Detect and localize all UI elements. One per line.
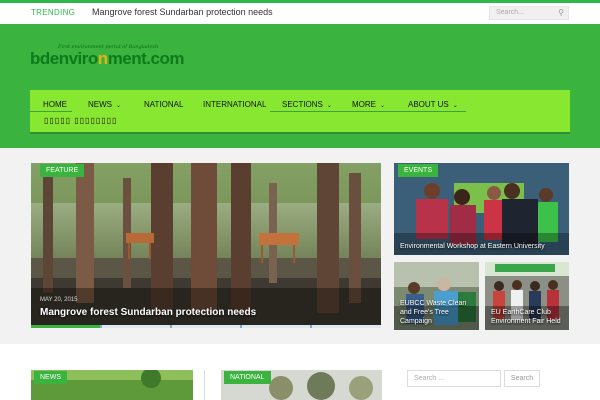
chevron-down-icon: ⌄ bbox=[452, 103, 458, 109]
chevron-down-icon: ⌄ bbox=[326, 103, 332, 109]
news-card[interactable]: EUBCC Waste Clean and Free's Tree Campai… bbox=[394, 262, 479, 330]
search-icon[interactable]: ⚲ bbox=[558, 8, 564, 17]
slider-dot[interactable] bbox=[172, 325, 240, 328]
news-block-tag[interactable]: NEWS bbox=[34, 371, 67, 384]
feature-title-link[interactable]: Mangrove forest Sundarban protection nee… bbox=[40, 307, 256, 318]
news-block-card[interactable]: NEWS bbox=[31, 370, 193, 400]
feature-image bbox=[31, 163, 381, 328]
feature-tag[interactable]: FEATURE bbox=[40, 164, 85, 177]
slider-dot[interactable] bbox=[312, 325, 381, 328]
trending-label: TRENDING bbox=[31, 8, 76, 17]
top-search-input[interactable]: Search... ⚲ bbox=[489, 6, 569, 20]
feature-slider[interactable]: FEATURE MAY 20, 2015 Mangrove forest Sun… bbox=[31, 163, 381, 328]
featured-section: FEATURE MAY 20, 2015 Mangrove forest Sun… bbox=[0, 148, 600, 344]
nav-hover-underline bbox=[270, 111, 466, 112]
site-header: First environment portal of Bangladesh b… bbox=[0, 24, 600, 148]
nav-news[interactable]: NEWS ⌄ bbox=[88, 98, 121, 112]
news-card[interactable]: EU EarthCare Club Environment Fair Held bbox=[485, 262, 569, 330]
event-card[interactable]: EVENTS Environmental Workshop at Eastern… bbox=[394, 163, 569, 255]
trending-headline-link[interactable]: Mangrove forest Sundarban protection nee… bbox=[92, 7, 273, 17]
main-nav: HOME NEWS ⌄ NATIONAL INTERNATIONAL SECTIO… bbox=[30, 90, 570, 134]
nav-second-row-item[interactable]: ▯▯▯▯▯ ▯▯▯▯▯▯▯▯ bbox=[44, 116, 117, 125]
top-search-placeholder: Search... bbox=[496, 9, 525, 16]
card-caption-link[interactable]: EUBCC Waste Clean and Free's Tree Campai… bbox=[400, 299, 473, 326]
sidebar-search-button[interactable]: Search bbox=[504, 370, 540, 387]
chevron-down-icon: ⌄ bbox=[116, 103, 122, 109]
card-caption-link[interactable]: EU EarthCare Club Environment Fair Held bbox=[491, 308, 563, 326]
slider-dot[interactable] bbox=[31, 325, 100, 328]
card-caption-link[interactable]: Environmental Workshop at Eastern Univer… bbox=[400, 242, 563, 251]
slider-dot[interactable] bbox=[242, 325, 310, 328]
nav-about-us[interactable]: ABOUT US ⌄ bbox=[408, 98, 458, 112]
feature-date: MAY 20, 2015 bbox=[40, 297, 78, 303]
slider-dot[interactable] bbox=[102, 325, 170, 328]
logo-wordmark: bdenvironment.com bbox=[30, 49, 184, 68]
nav-sections[interactable]: SECTIONS ⌄ bbox=[282, 98, 332, 112]
slider-pagination bbox=[31, 325, 381, 328]
nav-active-underline bbox=[30, 111, 72, 112]
national-block-tag[interactable]: NATIONAL bbox=[224, 371, 271, 384]
top-bar: TRENDING Mangrove forest Sundarban prote… bbox=[0, 0, 600, 24]
nav-national[interactable]: NATIONAL bbox=[144, 98, 183, 112]
lower-section: NEWS NATIONAL Search ... Search bbox=[0, 344, 600, 400]
column-divider bbox=[204, 370, 205, 400]
nav-home[interactable]: HOME bbox=[43, 98, 67, 112]
nav-more[interactable]: MORE ⌄ bbox=[352, 98, 385, 112]
sidebar-search-input[interactable]: Search ... bbox=[407, 370, 501, 387]
national-block-card[interactable]: NATIONAL bbox=[221, 370, 382, 400]
site-logo[interactable]: First environment portal of Bangladesh b… bbox=[30, 44, 184, 84]
nav-international[interactable]: INTERNATIONAL bbox=[203, 98, 266, 112]
card-tag[interactable]: EVENTS bbox=[398, 164, 439, 177]
chevron-down-icon: ⌄ bbox=[380, 103, 386, 109]
